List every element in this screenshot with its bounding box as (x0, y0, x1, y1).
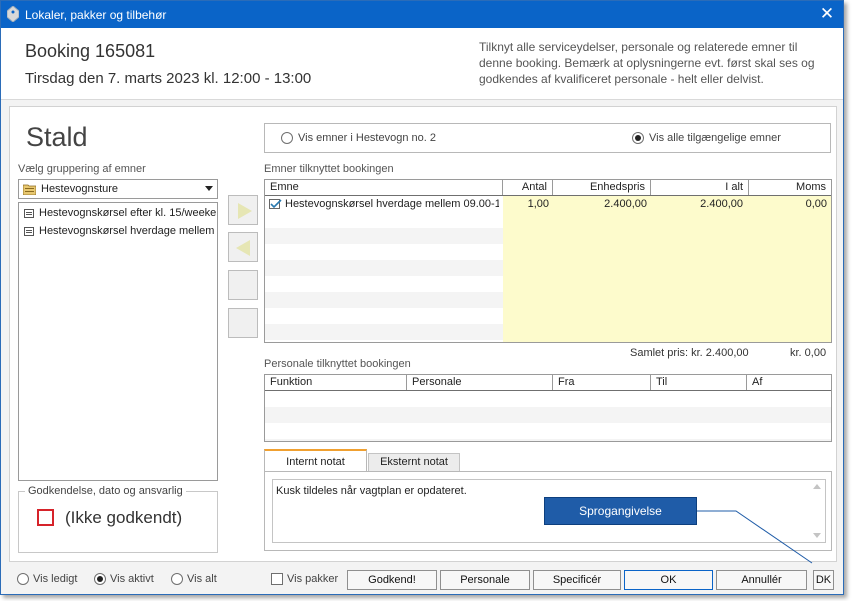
total-moms: kr. 0,00 (790, 347, 827, 359)
blank-button-2[interactable] (228, 308, 258, 338)
radio-off-icon (281, 132, 293, 144)
table-row-empty (265, 260, 503, 276)
show-packages-label: Vis pakker (287, 573, 339, 585)
approval-checkbox[interactable] (37, 509, 54, 526)
staff-grid-label: Personale tilknyttet bookingen (264, 358, 411, 370)
specify-button[interactable]: Specificér (533, 570, 621, 590)
col-header-personale[interactable]: Personale (407, 375, 553, 390)
scroll-down-icon[interactable] (813, 533, 821, 538)
radio-on-icon (632, 132, 644, 144)
ok-button[interactable]: OK (624, 570, 713, 590)
table-row[interactable]: Hestevognskørsel hverdage mellem 09.00-1… (265, 196, 831, 212)
col-header-i-alt[interactable]: I alt (651, 180, 749, 195)
tab-external-note[interactable]: Eksternt notat (368, 453, 460, 471)
item-filter-group: Vis emner i Hestevogn no. 2 Vis alle til… (264, 123, 831, 153)
main-panel: Stald Vælg gruppering af emner Hestevogn… (9, 106, 837, 562)
table-row-empty (265, 439, 831, 441)
remove-item-button[interactable] (228, 232, 258, 262)
filter-radio-room-label: Vis emner i Hestevogn no. 2 (298, 132, 436, 144)
items-grid-header: Emne Antal Enhedspris I alt Moms (265, 180, 831, 196)
language-button[interactable]: DK (813, 570, 834, 590)
arrow-right-icon (238, 203, 252, 219)
staff-grid-header: Funktion Personale Fra Til Af (265, 375, 831, 391)
cell-i-alt: 2.400,00 (700, 198, 743, 210)
approval-legend: Godkendelse, dato og ansvarlig (25, 485, 186, 497)
checked-doc-icon (269, 199, 282, 209)
note-text: Kusk tildeles når vagtplan er opdateret. (276, 485, 467, 497)
radio-off-icon (171, 573, 183, 585)
approval-status: (Ikke godkendt) (65, 508, 183, 527)
staff-grid[interactable]: Funktion Personale Fra Til Af (264, 374, 832, 442)
add-item-button[interactable] (228, 195, 258, 225)
col-header-antal[interactable]: Antal (503, 180, 553, 195)
document-icon (24, 227, 34, 236)
booking-title: Booking 165081 (25, 41, 156, 61)
grouping-label: Vælg gruppering af emner (18, 163, 146, 175)
col-header-enhedspris[interactable]: Enhedspris (553, 180, 651, 195)
grouping-value: Hestevognsture (41, 183, 119, 195)
highlight-columns (503, 196, 831, 342)
approval-group: Godkendelse, dato og ansvarlig (Ikke god… (18, 485, 218, 553)
header-info-text: Tilknyt alle serviceydelser, personale o… (479, 40, 815, 86)
list-item[interactable]: Hestevognskørsel efter kl. 15/weekend (19, 205, 217, 221)
cell-emne: Hestevognskørsel hverdage mellem 09.00-1… (285, 198, 499, 210)
note-tabs: Internt notat Eksternt notat (264, 449, 832, 471)
table-row-empty (265, 324, 503, 340)
col-header-af[interactable]: Af (747, 375, 831, 390)
table-row-empty (265, 228, 503, 244)
tag-icon (7, 6, 19, 22)
checkbox-icon (271, 573, 283, 585)
cell-enhedspris: 2.400,00 (604, 198, 647, 210)
list-item-label: Hestevognskørsel hverdage mellem 09.00-1… (39, 225, 217, 237)
table-row-empty (265, 292, 503, 308)
col-header-moms[interactable]: Moms (749, 180, 831, 195)
document-icon (24, 209, 34, 218)
booking-header: Booking 165081 Tirsdag den 7. marts 2023… (1, 28, 843, 100)
filter-radio-all-label: Vis alle tilgængelige emner (649, 132, 781, 144)
footer-bar: Vis ledigt Vis aktivt Vis alt Vis pakker… (1, 566, 843, 594)
list-item[interactable]: Hestevognskørsel hverdage mellem 09.00-1… (19, 223, 217, 239)
available-items-list[interactable]: Hestevognskørsel efter kl. 15/weekend He… (18, 202, 218, 481)
items-grid[interactable]: Hestevognskørsel hverdage mellem 09.00-1… (264, 179, 832, 343)
cell-moms: 0,00 (805, 198, 827, 210)
cell-antal: 1,00 (527, 198, 549, 210)
title-bar: Lokaler, pakker og tilbehør ✕ (1, 1, 843, 28)
radio-on-icon (94, 573, 106, 585)
arrow-left-icon (236, 240, 250, 256)
col-header-fra[interactable]: Fra (553, 375, 651, 390)
staff-button[interactable]: Personale (440, 570, 530, 590)
scroll-up-icon[interactable] (813, 484, 821, 489)
window-title: Lokaler, pakker og tilbehør (25, 8, 167, 22)
radio-show-idle-label: Vis ledigt (33, 573, 78, 585)
radio-show-all-label: Vis alt (187, 573, 217, 585)
room-name: Stald (26, 122, 88, 152)
list-item-label: Hestevognskørsel efter kl. 15/weekend (39, 207, 217, 219)
chevron-down-icon[interactable] (205, 186, 213, 191)
items-grid-label: Emner tilknyttet bookingen (264, 163, 394, 175)
table-row-empty (265, 407, 831, 423)
cancel-button[interactable]: Annullér (716, 570, 807, 590)
approve-button[interactable]: Godkend! (347, 570, 437, 590)
booking-date: Tirsdag den 7. marts 2023 kl. 12:00 - 13… (25, 70, 312, 87)
radio-off-icon (17, 573, 29, 585)
tab-internal-note[interactable]: Internt notat (264, 449, 367, 471)
radio-show-active-label: Vis aktivt (110, 573, 154, 585)
close-icon[interactable]: ✕ (817, 5, 837, 25)
folder-icon (23, 184, 36, 195)
blank-button-1[interactable] (228, 270, 258, 300)
col-header-til[interactable]: Til (651, 375, 747, 390)
total-price: Samlet pris: kr. 2.400,00 (630, 347, 749, 359)
col-header-emne[interactable]: Emne (265, 180, 503, 195)
dialog-window: Lokaler, pakker og tilbehør ✕ Booking 16… (0, 0, 844, 595)
col-header-funktion[interactable]: Funktion (265, 375, 407, 390)
language-callout: Sprogangivelse (544, 497, 697, 525)
grouping-select[interactable]: Hestevognsture (18, 179, 218, 199)
